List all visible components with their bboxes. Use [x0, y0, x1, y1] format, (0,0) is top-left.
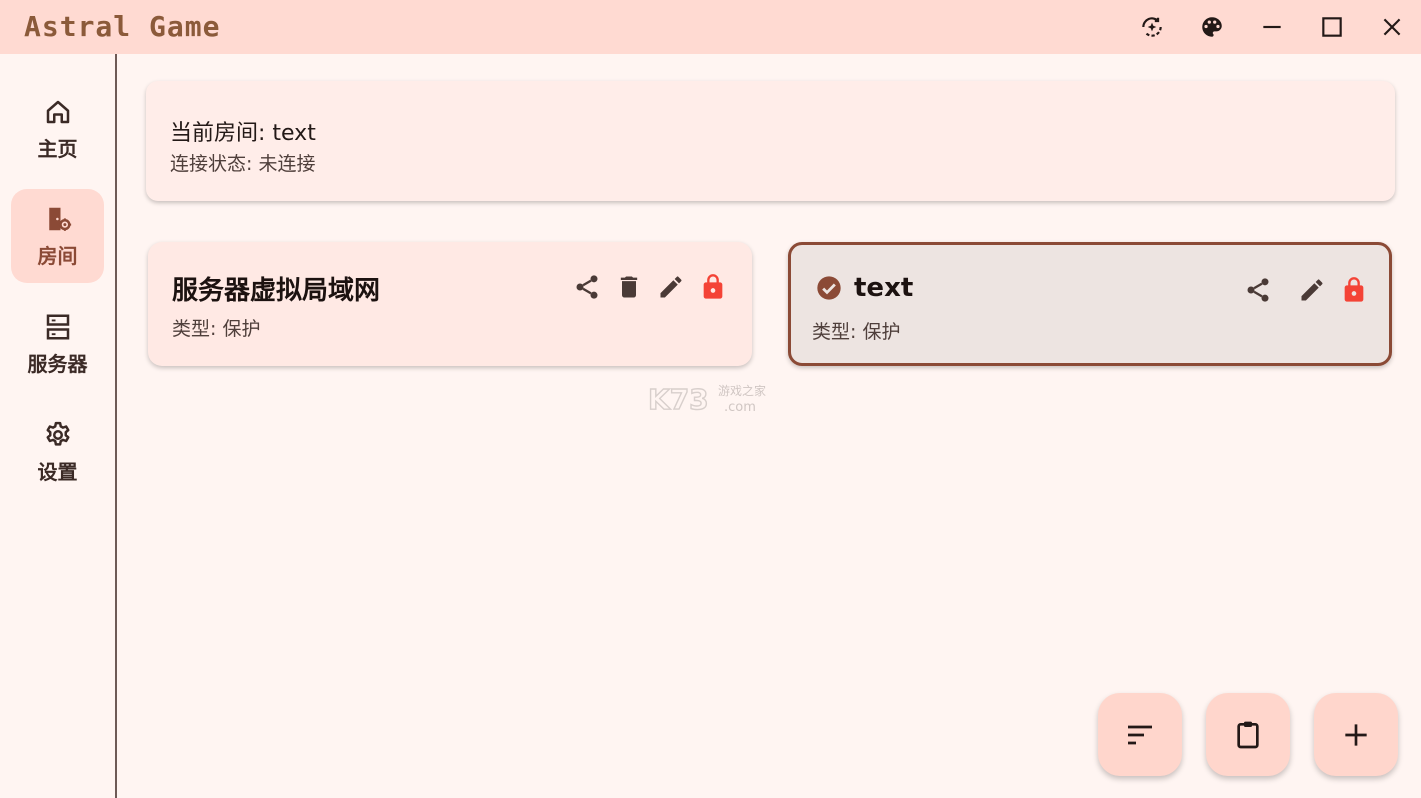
- share-icon[interactable]: [572, 272, 602, 302]
- palette-icon[interactable]: [1192, 7, 1232, 47]
- room-type: 类型: 保护: [172, 318, 261, 340]
- title-bar: Astral Game: [0, 0, 1421, 54]
- sidebar-item-label: 服务器: [27, 351, 88, 376]
- sort-icon: [1128, 725, 1152, 744]
- delete-icon[interactable]: [614, 272, 644, 302]
- watermark-tagline: 游戏之家: [718, 383, 766, 398]
- sort-button[interactable]: [1098, 693, 1182, 776]
- sidebar-item-servers[interactable]: 服务器: [11, 297, 104, 391]
- sidebar-item-label: 设置: [37, 459, 78, 484]
- gear-icon: [46, 421, 69, 446]
- watermark-brand: K73: [648, 383, 709, 415]
- room-name: 服务器虚拟局域网: [172, 276, 381, 306]
- add-room-button[interactable]: [1314, 693, 1398, 776]
- room-name: text: [854, 273, 914, 303]
- lock-icon[interactable]: [1339, 275, 1369, 305]
- maximize-icon[interactable]: [1312, 7, 1352, 47]
- sidebar: 主页 房间 服务器 设置: [0, 54, 117, 798]
- add-icon: [1345, 723, 1367, 746]
- room-card[interactable]: 服务器虚拟局域网 类型: 保护: [148, 242, 752, 366]
- sidebar-item-settings[interactable]: 设置: [11, 405, 104, 499]
- current-room-text: 当前房间: text: [170, 121, 316, 146]
- share-icon[interactable]: [1243, 275, 1273, 305]
- lock-icon[interactable]: [698, 272, 728, 302]
- room-type: 类型: 保护: [812, 321, 901, 343]
- watermark-domain: .com: [724, 400, 756, 415]
- paste-button[interactable]: [1206, 693, 1290, 776]
- app-title: Astral Game: [24, 10, 221, 43]
- server-icon: [46, 314, 69, 339]
- mode-icon[interactable]: [1132, 7, 1172, 47]
- home-icon: [46, 100, 69, 123]
- clipboard-icon: [1237, 721, 1259, 748]
- k73-watermark-logo: K73 游戏之家 .com: [648, 382, 766, 415]
- edit-icon[interactable]: [1297, 275, 1327, 305]
- sidebar-item-label: 主页: [37, 136, 78, 161]
- close-icon[interactable]: [1372, 7, 1412, 47]
- minimize-icon[interactable]: [1252, 7, 1292, 47]
- edit-icon[interactable]: [656, 272, 686, 302]
- sidebar-item-label: 房间: [37, 243, 78, 268]
- connection-status-text: 连接状态: 未连接: [170, 153, 316, 175]
- room-settings-icon: [48, 207, 71, 231]
- sidebar-item-rooms[interactable]: 房间: [11, 189, 104, 283]
- check-circle-icon: [814, 273, 844, 303]
- connection-status-card: 当前房间: text 连接状态: 未连接: [146, 81, 1395, 201]
- sidebar-item-home[interactable]: 主页: [11, 82, 104, 176]
- room-card-selected[interactable]: text 类型: 保护: [788, 242, 1392, 366]
